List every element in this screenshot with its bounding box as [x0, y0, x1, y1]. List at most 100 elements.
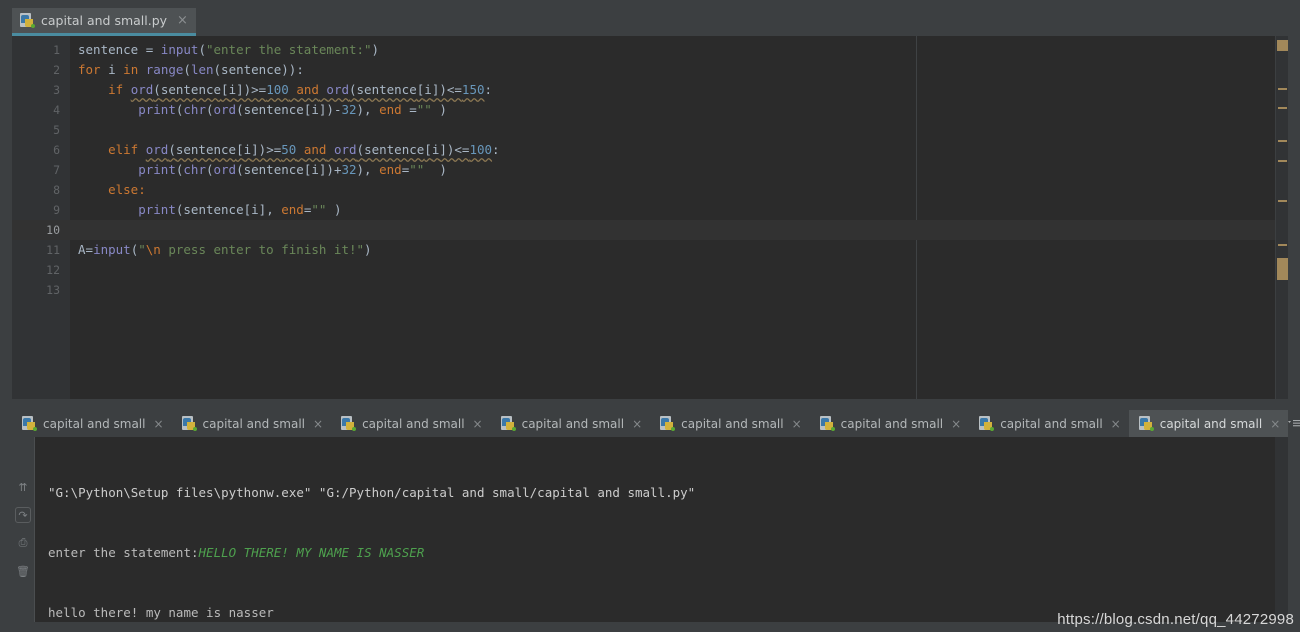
code-line[interactable]: for i in range(len(sentence)):	[70, 60, 1288, 80]
stripe-marker[interactable]	[1278, 88, 1287, 90]
token-function: chr	[183, 102, 206, 117]
console-output-area[interactable]: ⇈ ↷ ⎙ 🗑 "G:\Python\Setup files\pythonw.e…	[12, 437, 1288, 622]
code-line[interactable]: print(sentence[i], end="" )	[70, 200, 1288, 220]
close-icon[interactable]: ×	[471, 417, 483, 431]
run-tab[interactable]: capital and small ×	[810, 410, 970, 437]
run-tab-active[interactable]: capital and small ×	[1128, 410, 1289, 437]
code-line[interactable]: else:	[70, 180, 1288, 200]
close-icon[interactable]: ×	[630, 417, 642, 431]
token-string: ""	[416, 102, 432, 117]
token-variable: sentence	[356, 82, 417, 97]
python-file-icon	[1138, 416, 1154, 431]
python-file-icon	[979, 416, 995, 431]
token-number: 50	[281, 142, 297, 157]
run-tab-label: capital and small	[43, 416, 146, 431]
token-string-open: "	[138, 242, 146, 257]
token-condition: ord(sentence[i])>=100 and ord(sentence[i…	[131, 82, 485, 97]
python-file-icon	[500, 416, 516, 431]
code-content[interactable]: sentence = input("enter the statement:")…	[70, 36, 1288, 399]
run-tab[interactable]: capital and small ×	[969, 410, 1129, 437]
code-line[interactable]: elif ord(sentence[i])>=50 and ord(senten…	[70, 140, 1288, 160]
token-condition: ord(sentence[i])>=50 and ord(sentence[i]…	[146, 142, 492, 157]
error-stripe-gutter[interactable]	[1275, 36, 1288, 399]
line-number: 13	[46, 283, 60, 297]
token-variable: sentence	[243, 102, 304, 117]
token-comma: ),	[356, 102, 380, 117]
code-line[interactable]: A=input("\n press enter to finish it!")	[70, 240, 1288, 260]
token-variable: sentence	[175, 142, 237, 157]
code-line[interactable]: print(chr(ord(sentence[i])-32), end ="" …	[70, 100, 1288, 120]
tab-list-dropdown-icon[interactable]: 7	[1288, 417, 1300, 431]
code-editor[interactable]: 1 2 3 4 5 6 7 8 9 10 11 12 13 sentence =…	[12, 36, 1288, 399]
code-line[interactable]	[70, 280, 1288, 300]
token-keyword: in	[123, 62, 139, 77]
close-icon[interactable]: ×	[1109, 417, 1121, 431]
token-paren: (	[168, 142, 176, 157]
code-line[interactable]: sentence = input("enter the statement:")	[70, 40, 1288, 60]
python-file-icon	[181, 416, 197, 431]
stripe-marker[interactable]	[1277, 258, 1288, 280]
token-function: ord	[326, 82, 349, 97]
print-icon[interactable]: ⎙	[15, 535, 31, 551]
token-index: ])-	[318, 102, 342, 117]
console-user-input: HELLO THERE! MY NAME IS NASSER	[198, 545, 425, 560]
token-kwarg: end	[379, 162, 402, 177]
close-icon[interactable]: ×	[151, 417, 163, 431]
token-function: input	[160, 42, 199, 57]
token-variable: i	[243, 142, 252, 157]
code-line-current[interactable]	[70, 220, 1288, 240]
code-line[interactable]	[70, 260, 1288, 280]
line-number: 3	[53, 83, 60, 97]
token-colon: :	[492, 142, 500, 157]
run-tab[interactable]: capital and small ×	[12, 410, 172, 437]
token-paren: (	[356, 142, 365, 157]
line-number: 8	[53, 183, 60, 197]
token-function: print	[138, 102, 176, 117]
token-paren: (	[205, 102, 214, 117]
run-tab-label: capital and small	[1000, 416, 1103, 431]
close-icon[interactable]: ×	[1268, 417, 1280, 431]
line-number: 7	[53, 163, 60, 177]
stripe-marker[interactable]	[1278, 140, 1287, 142]
editor-tab-capital-and-small-py[interactable]: capital and small.py ×	[12, 8, 196, 36]
token-function: ord	[213, 162, 237, 177]
code-line[interactable]	[70, 120, 1288, 140]
stripe-marker[interactable]	[1278, 107, 1287, 109]
close-icon[interactable]: ×	[790, 417, 802, 431]
run-tab[interactable]: capital and small ×	[172, 410, 332, 437]
console-prompt: enter the statement:	[48, 545, 199, 560]
token-index: [	[424, 142, 432, 157]
scroll-up-icon[interactable]: ⇈	[15, 479, 31, 495]
stripe-marker[interactable]	[1278, 200, 1287, 202]
close-icon[interactable]: ×	[949, 417, 961, 431]
run-tab[interactable]: capital and small ×	[491, 410, 651, 437]
console-error-stripe[interactable]	[1275, 437, 1288, 622]
line-number: 2	[53, 63, 60, 77]
token-index: [	[243, 202, 252, 217]
token-index: ])+	[318, 162, 342, 177]
console-text-content[interactable]: "G:\Python\Setup files\pythonw.exe" "G:/…	[48, 443, 1274, 622]
code-line[interactable]: print(chr(ord(sentence[i])+32), end="" )	[70, 160, 1288, 180]
token-paren: (	[205, 162, 214, 177]
stripe-marker[interactable]	[1277, 40, 1288, 51]
code-line[interactable]: if ord(sentence[i])>=100 and ord(sentenc…	[70, 80, 1288, 100]
token-function: range	[145, 62, 184, 77]
run-tab[interactable]: capital and small ×	[650, 410, 810, 437]
token-paren: )	[424, 162, 447, 177]
clear-all-icon[interactable]: 🗑	[15, 563, 31, 579]
token-string: ""	[311, 202, 327, 217]
stripe-marker[interactable]	[1278, 244, 1287, 246]
close-icon[interactable]: ×	[311, 417, 323, 431]
token-function: ord	[333, 142, 357, 157]
stripe-marker[interactable]	[1278, 160, 1287, 162]
soft-wrap-icon[interactable]: ↷	[15, 507, 31, 523]
run-tab[interactable]: capital and small ×	[331, 410, 491, 437]
token-variable: i	[251, 202, 259, 217]
token-paren: (	[198, 42, 206, 57]
close-icon[interactable]: ×	[173, 14, 188, 27]
run-tab-strip-actions: 7 ⚙ —	[1288, 415, 1300, 433]
pycharm-window: capital and small.py × 1 2 3 4 5 6 7 8 9…	[0, 0, 1300, 632]
